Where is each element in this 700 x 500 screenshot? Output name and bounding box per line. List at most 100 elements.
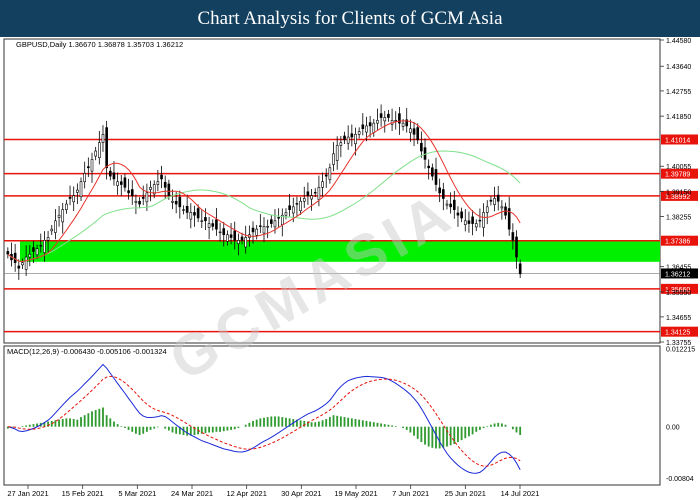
price-tick-label: 1.43640	[666, 64, 691, 71]
date-tick-label: 14 Jul 2021	[501, 489, 540, 498]
candle-body	[427, 165, 430, 169]
candle-body	[339, 142, 343, 146]
candle-body	[515, 236, 518, 258]
candle-body	[346, 136, 350, 144]
candle-body	[35, 248, 39, 256]
candle-body	[108, 170, 112, 177]
candle-body	[262, 226, 266, 234]
candle-body	[270, 219, 273, 224]
date-tick-label: 19 May 2021	[334, 489, 377, 498]
candle-body	[460, 211, 463, 219]
candle-body	[324, 174, 328, 177]
candle-body	[383, 117, 387, 122]
candle-body	[317, 187, 321, 200]
candle-body	[134, 200, 138, 203]
candle-body	[6, 251, 10, 255]
date-tick-label: 12 Apr 2021	[226, 489, 266, 498]
candle-body	[354, 133, 357, 145]
candle-body	[244, 237, 248, 248]
candle-body	[511, 232, 515, 241]
candle-body	[328, 167, 332, 180]
price-tick-label: 1.41850	[666, 114, 691, 121]
candle-body	[449, 203, 452, 208]
level-tag-label-0: 1.41014	[665, 137, 690, 144]
candle-body	[302, 198, 306, 202]
candle-body	[266, 226, 269, 228]
candle-body	[160, 174, 163, 180]
candle-body	[68, 197, 72, 199]
candle-body	[167, 183, 171, 196]
candle-body	[98, 142, 101, 159]
candle-body	[200, 220, 204, 222]
candle-body	[277, 217, 280, 219]
candle-body	[87, 166, 90, 169]
candle-body	[456, 212, 460, 216]
candle-body	[482, 212, 485, 228]
candle-body	[127, 190, 130, 194]
candle-body	[174, 200, 178, 205]
candle-body	[255, 228, 258, 236]
candle-body	[72, 195, 76, 203]
candle-body	[193, 212, 196, 216]
level-tag-label-1: 1.39789	[665, 172, 690, 179]
candle-body	[288, 205, 291, 210]
candle-body	[376, 120, 379, 124]
candle-body	[39, 245, 43, 247]
candle-body	[357, 131, 361, 135]
chart-banner-title: Chart Analysis for Clients of GCM Asia	[0, 0, 700, 37]
candle-body	[105, 127, 108, 169]
candle-body	[500, 206, 504, 209]
date-tick-label: 25 Jun 2021	[445, 489, 486, 498]
candle-body	[518, 263, 522, 275]
date-tick-label: 24 Mar 2021	[171, 489, 213, 498]
price-tick-label: 1.34655	[666, 315, 691, 322]
candle-body	[138, 200, 141, 205]
candle-body	[79, 181, 83, 198]
candle-body	[76, 189, 79, 193]
candle-body	[471, 216, 474, 224]
candle-body	[259, 225, 262, 227]
price-tick-label: 1.42755	[666, 89, 691, 96]
date-tick-label: 27 Jan 2021	[7, 489, 48, 498]
candle-body	[28, 253, 32, 258]
price-tick-label: 1.44580	[666, 38, 691, 45]
price-tick-label: 1.40055	[666, 164, 691, 171]
date-tick-label: 7 Jun 2021	[392, 489, 429, 498]
candle-body	[467, 220, 471, 224]
candle-body	[101, 133, 105, 143]
candle-body	[189, 212, 193, 220]
candle-body	[350, 133, 354, 138]
candle-body	[112, 172, 116, 180]
macd-tick-label: 0.00	[666, 425, 680, 432]
candle-body	[163, 181, 167, 188]
candle-body	[474, 223, 478, 228]
candle-body	[416, 127, 420, 141]
candle-body	[233, 230, 237, 241]
price-tick-label: 1.39150	[666, 189, 691, 196]
candle-body	[273, 220, 277, 228]
price-chart[interactable]: 1.410141.397891.389921.373861.356601.341…	[0, 37, 700, 500]
candle-body	[182, 209, 185, 211]
candle-body	[50, 228, 54, 232]
candle-body	[13, 252, 17, 263]
candle-body	[361, 124, 365, 130]
candle-body	[335, 145, 339, 161]
candle-body	[306, 191, 310, 196]
candle-body	[65, 203, 68, 210]
price-tick-label: 1.35550	[666, 290, 691, 297]
candle-body	[365, 125, 368, 133]
candle-body	[226, 234, 229, 242]
candle-body	[90, 159, 94, 172]
candle-body	[310, 195, 313, 200]
candle-body	[218, 231, 222, 234]
candle-body	[196, 208, 200, 219]
candle-body	[83, 173, 86, 183]
macd-label: MACD(12,26,9) -0.006430 -0.005106 -0.001…	[7, 347, 167, 356]
candle-body	[123, 177, 127, 188]
candle-body	[401, 122, 405, 127]
candle-body	[343, 135, 346, 141]
candle-body	[394, 120, 398, 122]
candle-body	[387, 113, 390, 118]
candle-body	[119, 181, 123, 185]
candle-body	[32, 247, 35, 252]
